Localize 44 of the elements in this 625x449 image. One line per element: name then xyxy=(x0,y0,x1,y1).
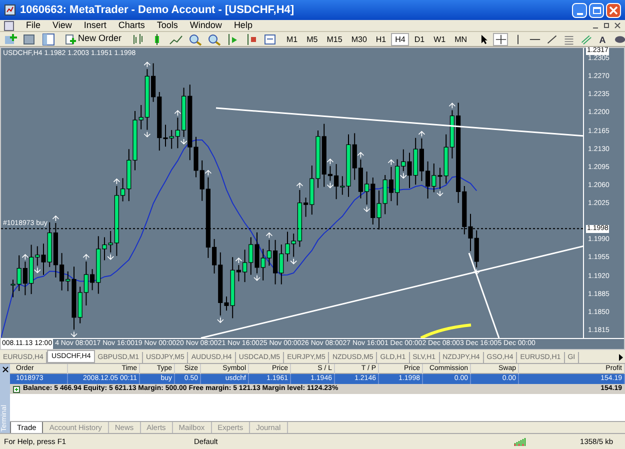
menu-item[interactable]: Insert xyxy=(84,20,106,31)
new-order-button[interactable]: New Order xyxy=(61,32,126,46)
menu-item[interactable]: Tools xyxy=(156,20,178,31)
menu-item[interactable]: Charts xyxy=(118,20,145,31)
timeframe-button[interactable]: H4 xyxy=(391,32,410,46)
window-icon[interactable] xyxy=(42,32,56,46)
periods-icon[interactable] xyxy=(264,32,278,46)
timeframe-button[interactable]: M1 xyxy=(282,32,302,46)
zoom-in-icon[interactable] xyxy=(188,32,202,46)
profiles-icon[interactable] xyxy=(23,32,37,46)
close-icon xyxy=(609,6,618,14)
minimize-button[interactable] xyxy=(572,2,587,18)
timeframe-button[interactable]: M15 xyxy=(322,32,346,46)
connection-bars-icon xyxy=(514,438,528,446)
app-icon xyxy=(4,4,16,16)
timeframe-button[interactable]: M30 xyxy=(347,32,371,46)
close-button[interactable] xyxy=(606,2,621,18)
menu-item[interactable]: Help xyxy=(234,20,252,31)
timeframe-button[interactable]: M5 xyxy=(302,32,322,46)
crosshair-icon[interactable] xyxy=(493,32,508,46)
menu-item[interactable]: File xyxy=(26,20,41,31)
new-order-icon xyxy=(65,34,76,44)
timeframe-button[interactable]: H1 xyxy=(372,32,390,46)
timeframe-button[interactable]: D1 xyxy=(410,32,429,46)
menu-item[interactable]: Window xyxy=(190,20,222,31)
bar-chart-icon[interactable] xyxy=(130,32,145,46)
zoom-out-icon[interactable] xyxy=(206,32,221,46)
balance-icon xyxy=(13,386,20,392)
menu-item[interactable]: View xyxy=(52,20,72,31)
restore-icon[interactable] xyxy=(603,22,610,29)
maximize-button[interactable] xyxy=(589,2,604,18)
close-icon[interactable] xyxy=(614,22,621,29)
chart-shift-icon[interactable] xyxy=(244,32,259,46)
scroll-right-icon[interactable] xyxy=(617,352,625,363)
highlighter-stroke xyxy=(420,324,472,338)
close-icon[interactable] xyxy=(2,366,8,373)
trend-line[interactable] xyxy=(468,252,500,338)
text-tool-button[interactable]: A xyxy=(595,32,610,46)
timeframe-button[interactable]: MN xyxy=(450,32,472,46)
window-title: 1060663: MetaTrader - Demo Account - [USDCHF,H4] xyxy=(20,2,294,18)
document-icon xyxy=(4,20,14,30)
add-chart-icon[interactable] xyxy=(4,32,18,46)
timeframe-button[interactable]: W1 xyxy=(430,32,450,46)
trend-line[interactable] xyxy=(200,245,583,338)
